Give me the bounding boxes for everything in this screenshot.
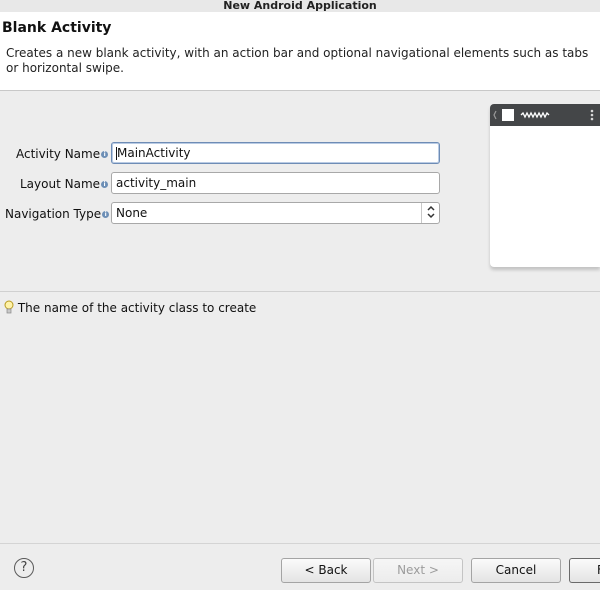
page-description: Creates a new blank activity, with an ac… [6,46,589,75]
navigation-type-label: Navigation Type i [5,207,110,221]
page-title: Blank Activity [2,20,112,36]
layout-name-field[interactable]: activity_main [111,172,440,194]
info-icon: i [101,181,109,188]
back-button[interactable]: < Back [281,558,371,583]
layout-name-label: Layout Name i [20,177,109,191]
hint-text: The name of the activity class to create [17,301,257,315]
activity-name-label: Activity Name i [16,147,109,161]
window-title: New Android Application [0,0,600,12]
wizard-header: Blank Activity Creates a new blank activ… [0,12,600,91]
activity-preview [490,104,600,267]
chevron-up-down-icon [421,203,439,223]
help-icon: ? [20,560,28,575]
activity-name-value: MainActivity [117,146,191,160]
navigation-type-label-text: Navigation Type [5,207,102,221]
help-button[interactable]: ? [14,558,34,578]
hint-message: The name of the activity class to create [4,300,256,315]
navigation-type-value: None [116,206,148,220]
info-icon: i [101,151,109,158]
next-button[interactable]: Next > [373,558,463,583]
info-icon: i [102,211,110,218]
lightbulb-icon [4,300,14,314]
activity-name-field[interactable]: MainActivity [111,142,440,164]
finish-button[interactable]: F [569,558,600,583]
activity-name-label-text: Activity Name [16,147,101,161]
navigation-type-select[interactable]: None [111,202,440,224]
layout-name-label-text: Layout Name [20,177,101,191]
layout-name-value: activity_main [116,176,197,190]
form-area: Activity Name i MainActivity Layout Name i… [0,91,600,291]
footer-divider [0,543,600,544]
cancel-button[interactable]: Cancel [471,558,561,583]
preview-action-bar [490,104,600,126]
preview-action-bar-icons [493,109,594,121]
divider [0,291,600,292]
